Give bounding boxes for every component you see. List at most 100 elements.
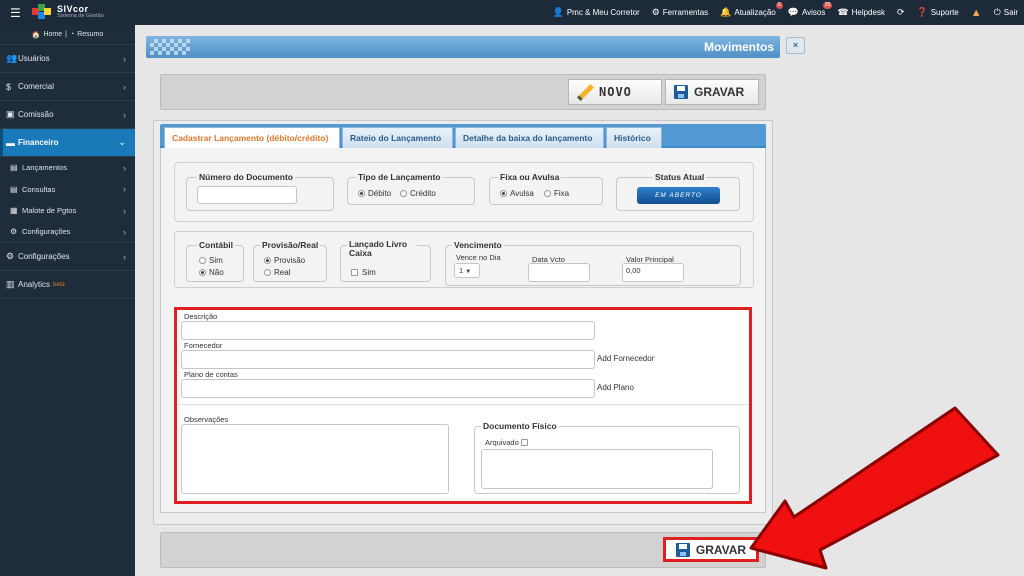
gravar-label: GRAVAR (694, 85, 745, 99)
header-pattern (150, 39, 190, 55)
gravar-button-top[interactable]: GRAVAR (665, 79, 759, 105)
pie-chart-icon: ◔ (69, 31, 75, 38)
tab-rateio[interactable]: Rateio do Lançamento (342, 127, 453, 148)
sidebar-subitem-consultas[interactable]: ▤ Consultas › (0, 179, 135, 201)
data-vcto-input[interactable] (528, 263, 590, 282)
radio-icon (199, 257, 206, 264)
sidebar-item-comissao[interactable]: ▣ Comissão › (0, 101, 135, 129)
nav-pmc[interactable]: 👤 Pmc & Meu Corretor (553, 7, 640, 18)
livro-caixa-legend: Lançado Livro Caixa (347, 240, 417, 258)
sidebar-item-usuarios[interactable]: 👥 Usuários › (0, 45, 135, 73)
fornecedor-input[interactable] (181, 350, 595, 369)
sidebar-item-label: Configurações (18, 252, 70, 261)
floppy-icon (674, 85, 688, 99)
close-button[interactable]: × (786, 37, 805, 54)
caret-down-icon: ▼ (465, 269, 472, 275)
sidebar-subitem-label: Consultas (22, 184, 56, 194)
contabil-legend: Contábil (197, 240, 235, 250)
provisao-label: Provisão (274, 256, 306, 265)
nav-warning[interactable]: ▲ (971, 7, 982, 19)
doc-icon: ▤ (10, 184, 18, 194)
chevron-right-icon: › (123, 226, 126, 237)
tab-detalhe-baixa[interactable]: Detalhe da baixa do lançamento (455, 127, 604, 148)
vence-no-dia-select[interactable]: 1 ▼ (454, 263, 480, 278)
atualizacao-badge: 6 (775, 2, 783, 9)
sidebar-subitem-label: Malote de Pgtos (22, 206, 77, 216)
logo (32, 4, 52, 22)
vencimento-fieldset: Vencimento Vence no Dia 1 ▼ Data Vcto Va… (445, 240, 741, 286)
sidebar-subitem-lancamentos[interactable]: ▤ Lançamentos › (0, 157, 135, 179)
plano-contas-input[interactable] (181, 379, 595, 398)
chevron-right-icon: › (123, 205, 126, 216)
livro-caixa-checkbox[interactable]: Sim (351, 268, 376, 277)
descricao-label: Descrição (184, 312, 218, 321)
sidebar-item-comercial[interactable]: $ Comercial › (0, 73, 135, 101)
nav-suporte[interactable]: ❓ Suporte (917, 7, 959, 18)
action-toolbar: NOVO GRAVAR (160, 74, 766, 110)
menu-toggle-icon[interactable]: ☰ (10, 6, 21, 20)
descricao-input[interactable] (181, 321, 595, 340)
nav-refresh[interactable]: ⟳ (897, 7, 905, 18)
avulsa-radio[interactable]: Avulsa (500, 189, 534, 198)
sidebar-item-configuracoes[interactable]: ⚙ Configurações › (0, 243, 135, 271)
tab-historico[interactable]: Histórico (606, 127, 662, 148)
fixa-radio[interactable]: Fixa (544, 189, 569, 198)
sidebar: 🏠 Home | ◔ Resumo 👥 Usuários › $ Comercial ›… (0, 25, 135, 576)
nav-atualizacao[interactable]: 🔔 Atualização 6 (720, 2, 783, 18)
nav-avisos[interactable]: 💬 Avisos 25 (787, 2, 833, 18)
arquivado-checkbox[interactable]: Arquivado (485, 438, 532, 447)
contabil-sim-radio[interactable]: Sim (199, 256, 223, 265)
numero-documento-fieldset: Número do Documento (186, 172, 334, 211)
chevron-right-icon: › (123, 162, 126, 173)
debito-label: Débito (368, 189, 392, 198)
chevron-right-icon: › (123, 184, 126, 195)
nav-ferramentas-label: Ferramentas (662, 8, 709, 17)
documento-fisico-textarea[interactable] (481, 449, 713, 489)
resumo-link[interactable]: Resumo (77, 31, 103, 38)
warning-icon: ▲ (970, 6, 982, 19)
vencimento-legend: Vencimento (452, 240, 504, 250)
debito-radio[interactable]: Débito (358, 189, 391, 198)
contabil-nao-radio[interactable]: Não (199, 268, 224, 277)
sidebar-subitem-configuracoes[interactable]: ⚙ Configurações › (0, 222, 135, 243)
sidebar-subitem-malote[interactable]: ▦ Malote de Pgtos › (0, 200, 135, 222)
valor-principal-input[interactable]: 0,00 (622, 263, 684, 282)
sidebar-item-label: Comissão (18, 110, 54, 119)
tab-cadastrar-lancamento[interactable]: Cadastrar Lançamento (débito/crédito) (164, 127, 340, 148)
provisao-radio[interactable]: Provisão (264, 256, 305, 265)
vence-no-dia-value: 1 (459, 266, 464, 275)
sidebar-item-label: Usuários (18, 54, 50, 63)
observacoes-textarea[interactable] (181, 424, 449, 494)
add-plano-link[interactable]: Add Plano (597, 383, 634, 392)
sidebar-item-label: Analytics (18, 280, 51, 289)
avisos-badge: 25 (822, 2, 833, 9)
status-badge: EM ABERTO (637, 187, 720, 204)
nav-sair[interactable]: ⏻ Sair (994, 7, 1018, 18)
chevron-down-icon: ⌄ (118, 137, 126, 147)
tab-label: Cadastrar Lançamento (débito/crédito) (172, 133, 329, 143)
checkbox-icon (520, 439, 528, 446)
nav-helpdesk[interactable]: ☎ Helpdesk (837, 7, 885, 18)
gears-icon: ⚙ (6, 251, 15, 261)
separator: | (65, 31, 67, 38)
status-atual-fieldset: Status Atual EM ABERTO (616, 172, 740, 211)
comments-icon: 💬 (787, 7, 799, 17)
nav-ferramentas[interactable]: ⚙ Ferramentas (652, 7, 708, 18)
top-nav: 👤 Pmc & Meu Corretor ⚙ Ferramentas 🔔 Atuali… (553, 0, 1018, 25)
sidebar-item-analytics[interactable]: ▥ Analytics beta (0, 271, 135, 299)
chevron-right-icon: › (123, 81, 126, 92)
home-link[interactable]: Home (43, 31, 62, 38)
chart-icon: ▥ (6, 279, 15, 289)
add-fornecedor-link[interactable]: Add Fornecedor (597, 354, 654, 363)
gear-icon: ⚙ (10, 227, 18, 237)
credito-radio[interactable]: Crédito (400, 189, 436, 198)
documento-fisico-legend: Documento Físico (481, 421, 559, 431)
real-radio[interactable]: Real (264, 268, 290, 277)
numero-documento-input[interactable] (197, 186, 297, 204)
arquivado-label: Arquivado (485, 438, 519, 447)
provisao-real-legend: Provisão/Real (260, 240, 321, 250)
users-icon: 👥 (6, 53, 18, 63)
tipo-lancamento-fieldset: Tipo de Lançamento Débito Crédito (347, 172, 475, 205)
sidebar-item-financeiro[interactable]: ▬ Financeiro ⌄ (0, 129, 135, 157)
novo-button[interactable]: NOVO (568, 79, 662, 105)
